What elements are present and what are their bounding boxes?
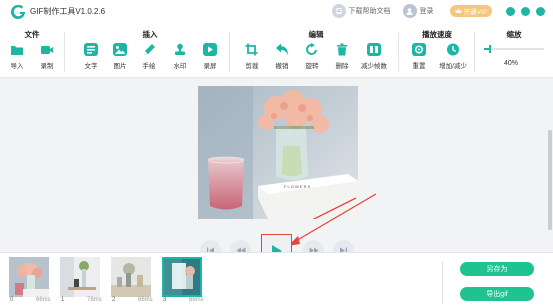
export-gif-button[interactable]: 导出gif [460,287,534,301]
help-doc-label: 下载帮助文档 [348,8,391,15]
group-edit-title: 编辑 [308,30,324,39]
freehand-draw-button[interactable]: 手绘 [135,43,163,70]
adjust-speed-label: 增加/减少 [439,63,467,70]
toolbar-divider [229,32,230,72]
vertical-scrollbar[interactable] [548,130,552,230]
screen-record-icon [203,43,217,56]
group-edit: 编辑 剪裁 撤销 旋转 删除 减少帧数 [236,24,396,78]
import-folder-icon [10,43,24,56]
crop-button[interactable]: 剪裁 [238,43,266,70]
insert-text-button[interactable]: 文字 [77,43,105,70]
undo-label: 撤销 [275,63,289,70]
rotate-label: 旋转 [305,63,319,70]
reset-icon [412,43,426,56]
zoom-slider-handle[interactable] [488,45,491,53]
app-logo-icon [11,4,25,20]
rotate-button[interactable]: 旋转 [298,43,326,70]
crop-label: 剪裁 [245,63,259,70]
help-doc-link[interactable]: 下载帮助文档 [331,4,391,18]
group-insert: 插入 文字 图片 手绘 水印 录屏 [72,24,228,78]
frame-thumbnail[interactable] [9,257,49,297]
maximize-icon[interactable] [521,6,530,16]
pencil-icon [142,43,156,56]
zoom-value: 40% [504,60,519,67]
app-title: GIF制作工具V1.0.2.6 [30,7,106,16]
record-label: 录制 [40,63,54,70]
reduce-frames-button[interactable]: 减少帧数 [360,43,388,70]
reduce-frames-label: 减少帧数 [361,63,387,70]
group-file: 文件 导入 录制 [0,24,64,78]
minimize-icon[interactable] [506,6,515,16]
vip-button[interactable]: 开通VIP [449,5,492,17]
reset-speed-label: 重置 [412,63,426,70]
undo-icon [275,43,289,56]
watermark-label: 水印 [173,63,187,70]
watermark-stamp-icon [173,43,187,56]
login-label: 登录 [419,8,434,15]
adjust-speed-button[interactable]: 增加/减少 [439,43,467,70]
toolbar-divider [474,32,475,72]
undo-button[interactable]: 撤销 [268,43,296,70]
ribbon-toolbar: 文件 导入 录制 插入 文字 图片 手绘 水印 录屏 编辑 剪裁 撤销 旋转 删… [0,24,553,78]
screen-record-button[interactable]: 录屏 [196,43,224,70]
watermark-button[interactable]: 水印 [166,43,194,70]
frame-index: 1 [61,297,65,303]
crop-icon [245,43,259,56]
svg-text:F L O W E R S: F L O W E R S [284,184,311,189]
toolbar-divider [64,32,65,72]
action-divider [442,262,443,304]
group-file-title: 文件 [24,30,40,39]
user-icon [402,4,417,18]
text-icon [84,43,98,56]
delete-label: 删除 [335,63,349,70]
crown-icon [455,8,462,13]
insert-image-label: 图片 [113,63,127,70]
rotate-icon [305,43,319,56]
trash-icon [335,43,349,56]
frame-duration: 66ms [189,297,204,303]
frame-duration: 78ms [87,297,102,303]
zoom-slider[interactable] [484,45,544,53]
login-link[interactable]: 登录 [402,4,434,18]
title-bar: GIF制作工具V1.0.2.6 下载帮助文档 登录 开通VIP [0,0,553,24]
insert-text-label: 文字 [84,63,98,70]
frame-thumbnail[interactable] [60,257,100,297]
frame-thumbnail[interactable] [111,257,151,297]
image-icon [113,43,127,56]
help-doc-icon [331,4,346,18]
reset-speed-button[interactable]: 重置 [405,43,433,70]
import-button[interactable]: 导入 [3,43,31,70]
save-as-button[interactable]: 另存为 [460,262,534,276]
reduce-frames-icon [367,43,381,56]
insert-image-button[interactable]: 图片 [106,43,134,70]
group-zoom-title: 缩放 [506,30,522,39]
frame-index: 0 [10,297,14,303]
record-button[interactable]: 录制 [33,43,61,70]
frame-thumbnail-selected[interactable] [162,257,202,297]
frame-duration: 66ms [138,297,153,303]
annotation-arrow-icon [288,193,377,246]
speed-clock-icon [446,43,460,56]
freehand-draw-label: 手绘 [142,63,156,70]
toolbar-divider [398,32,399,72]
group-insert-title: 插入 [142,30,158,39]
group-playback-speed: 播放速度 重置 增加/减少 [401,24,473,78]
frame-index: 3 [163,297,167,303]
group-speed-title: 播放速度 [422,30,452,39]
gif-maker-app: GIF制作工具V1.0.2.6 下载帮助文档 登录 开通VIP 文件 导入 录制… [0,0,553,307]
record-video-icon [40,43,54,56]
vip-label: 开通VIP [463,9,487,16]
frame-duration: 66ms [36,297,51,303]
frame-index: 2 [112,297,116,303]
screen-record-label: 录屏 [203,63,217,70]
close-icon[interactable] [536,6,545,16]
import-label: 导入 [10,63,24,70]
delete-button[interactable]: 删除 [328,43,356,70]
